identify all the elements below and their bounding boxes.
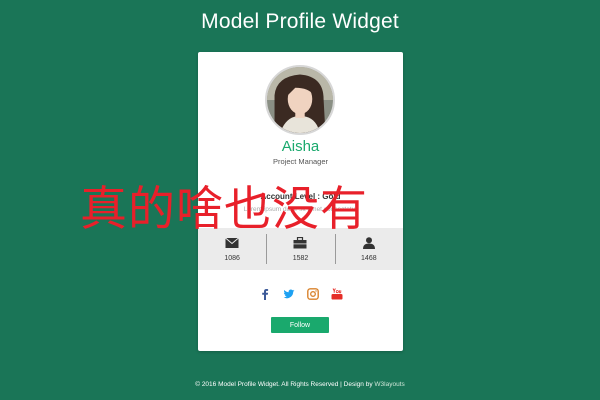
- profile-name: Aisha: [281, 138, 320, 155]
- stat-value: 1582: [292, 254, 309, 262]
- stat-value: 1086: [224, 254, 240, 262]
- instagram-link[interactable]: [306, 288, 319, 300]
- social-links: [198, 288, 403, 300]
- twitter-link[interactable]: [282, 288, 295, 300]
- footer-link[interactable]: W3layouts: [374, 381, 404, 388]
- page-title: Model Profile Widget: [201, 10, 399, 33]
- youtube-icon: [331, 288, 342, 300]
- facebook-link[interactable]: [259, 288, 271, 300]
- youtube-link[interactable]: [331, 288, 343, 300]
- follow-button[interactable]: Follow: [271, 317, 329, 333]
- facebook-icon: [261, 289, 268, 300]
- twitter-icon: [282, 289, 294, 299]
- instagram-icon: [306, 288, 319, 300]
- stat-value: 1468: [361, 254, 377, 262]
- footer-text: © 2016 Model Profile Widget. All Rights …: [195, 381, 375, 388]
- avatar-photo: [267, 67, 333, 133]
- footer: © 2016 Model Profile Widget. All Rights …: [0, 381, 600, 388]
- profile-role: Project Manager: [272, 157, 329, 166]
- avatar: [265, 65, 335, 135]
- watermark-overlay: 真的啥也没有: [80, 182, 368, 237]
